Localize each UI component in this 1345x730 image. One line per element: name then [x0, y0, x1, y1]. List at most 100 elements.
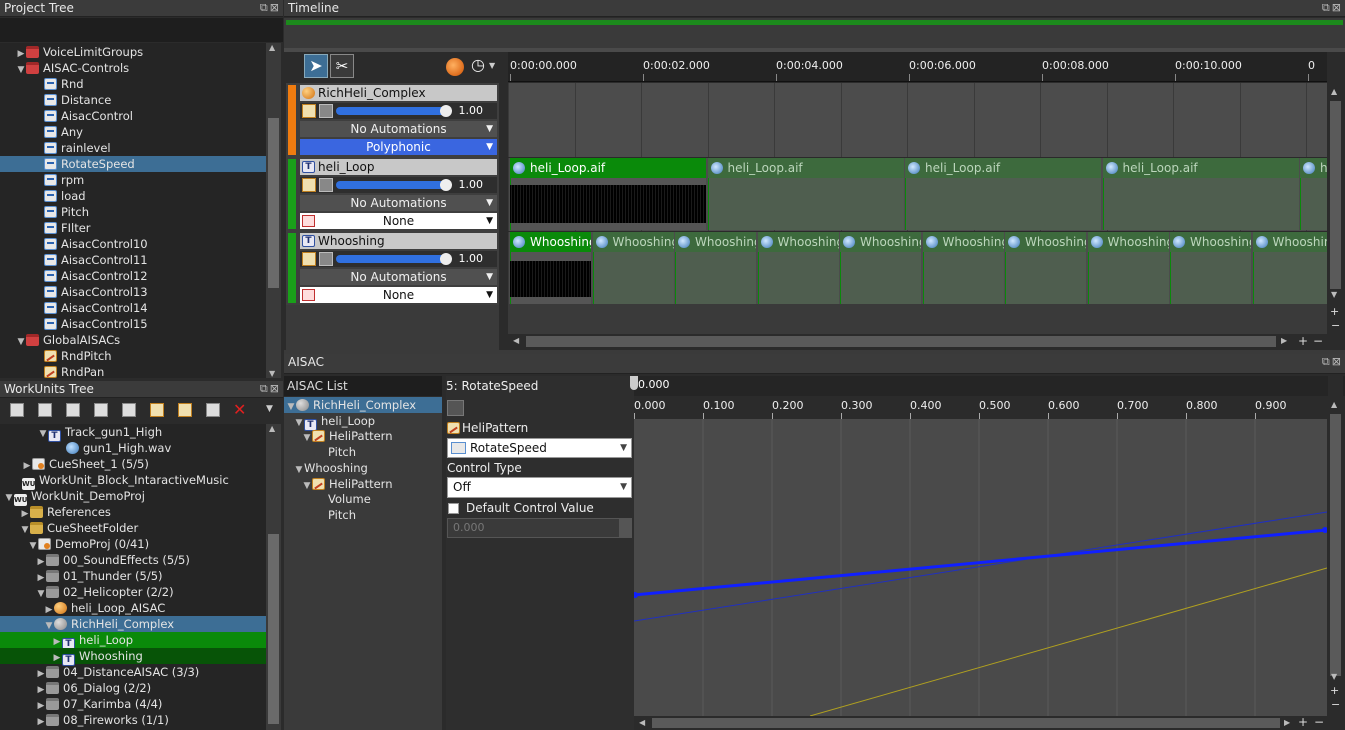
volume-slider-knob[interactable] — [440, 105, 452, 117]
clip-header[interactable]: h — [1300, 158, 1327, 178]
cursor-handle-icon[interactable] — [630, 376, 638, 390]
tree-item[interactable]: Rnd — [0, 76, 266, 92]
zoom-in-h-icon[interactable]: + — [1298, 334, 1308, 348]
clip-header[interactable]: Whooshing — [922, 232, 1004, 252]
clip-header[interactable]: Whooshing — [592, 232, 674, 252]
tree-item[interactable]: AisacControl13 — [0, 284, 266, 300]
select-tool-button[interactable]: ➤ — [304, 54, 328, 78]
spinner-icon[interactable] — [619, 519, 631, 537]
scroll-thumb[interactable] — [268, 118, 279, 288]
automation-dropdown[interactable]: No Automations ▼ — [300, 195, 497, 211]
scroll-right-icon[interactable]: ▶ — [1284, 718, 1290, 727]
tree-item[interactable]: FIlter — [0, 220, 266, 236]
tree-item[interactable]: Pitch — [0, 204, 266, 220]
aisac-curve-icon[interactable] — [302, 104, 316, 118]
play-mode-dropdown[interactable]: Polyphonic ▼ — [300, 139, 497, 155]
tree-item[interactable]: ▶ References — [0, 504, 266, 520]
tree-item[interactable]: ▼ Theli_Loop — [284, 413, 442, 431]
tree-item[interactable]: ▶ 06_Dialog (2/2) — [0, 680, 266, 696]
tree-item[interactable]: ▼ GlobalAISACs — [0, 332, 266, 348]
scroll-left-icon[interactable]: ◀ — [639, 718, 645, 727]
panel-window-icons[interactable]: ⧉⊠ — [1322, 355, 1343, 369]
tree-item[interactable]: rainlevel — [0, 140, 266, 156]
clip-header[interactable]: heli_Loop.aif — [1102, 158, 1299, 178]
mixer-icon[interactable] — [319, 252, 333, 266]
tree-item[interactable]: Pitch — [284, 507, 442, 523]
add-aisac-icon[interactable] — [150, 403, 164, 417]
zoom-in-v-icon[interactable]: + — [1330, 684, 1339, 697]
record-button[interactable] — [446, 58, 464, 76]
clip-header[interactable]: heli_Loop.aif — [905, 158, 1101, 178]
event-dropdown[interactable]: None ▼ — [300, 287, 497, 303]
overview-range-bar[interactable] — [286, 20, 1343, 25]
control-type-select[interactable]: Off ▼ — [447, 477, 632, 498]
zoom-out-h-icon[interactable]: − — [1314, 715, 1324, 729]
control-select[interactable]: RotateSpeed ▼ — [447, 438, 632, 458]
tree-item[interactable]: RndPitch — [0, 348, 266, 364]
zoom-in-v-icon[interactable]: + — [1330, 305, 1339, 318]
scroll-thumb[interactable] — [1330, 101, 1341, 289]
graph-list-icon[interactable] — [447, 400, 464, 416]
tree-item[interactable]: load — [0, 188, 266, 204]
tree-item[interactable]: ▼ DemoProj (0/41) — [0, 536, 266, 552]
tree-item[interactable]: ▼ AISAC-Controls — [0, 60, 266, 76]
aisac-curve-icon[interactable] — [302, 252, 316, 266]
tree-item[interactable]: AisacControl12 — [0, 268, 266, 284]
track-name[interactable]: RichHeli_Complex — [300, 85, 497, 101]
clip-header[interactable]: Whooshing — [1005, 232, 1086, 252]
tree-item[interactable]: ▶ 04_DistanceAISAC (3/3) — [0, 664, 266, 680]
volume-slider-knob[interactable] — [440, 179, 452, 191]
aisac-graph-vscroll[interactable]: ▲ ▼ + − — [1328, 376, 1343, 716]
track-header-whooshing[interactable]: T Whooshing 1.00 No Automations ▼ None ▼ — [286, 231, 499, 305]
tree-item[interactable]: AisacControl14 — [0, 300, 266, 316]
clip-header[interactable]: Whooshing — [675, 232, 756, 252]
clip-header[interactable]: Whooshing — [757, 232, 839, 252]
tree-item[interactable]: rpm — [0, 172, 266, 188]
scroll-up-icon[interactable]: ▲ — [269, 424, 275, 433]
track-name[interactable]: T Whooshing — [300, 233, 497, 249]
aisac-graph-ruler[interactable]: 0.000 0.100 0.200 0.300 0.400 0.500 0.600 0.700… — [634, 396, 1327, 419]
tree-item[interactable]: AisacControl11 — [0, 252, 266, 268]
tree-item[interactable]: ▼ HeliPattern — [284, 428, 442, 444]
automation-dropdown[interactable]: No Automations ▼ — [300, 269, 497, 285]
zoom-in-h-icon[interactable]: + — [1298, 715, 1308, 729]
add-block-icon[interactable] — [206, 403, 220, 417]
clock-icon[interactable]: ◷ — [471, 55, 485, 74]
volume-slider[interactable] — [336, 181, 448, 189]
automation-dropdown[interactable]: No Automations ▼ — [300, 121, 497, 137]
tree-item[interactable]: Distance — [0, 92, 266, 108]
aisac-curve-icon[interactable] — [302, 178, 316, 192]
tree-item[interactable]: Volume — [284, 491, 442, 507]
volume-slider[interactable] — [336, 255, 448, 263]
tree-item[interactable]: ▶ heli_Loop_AISAC — [0, 600, 266, 616]
hscroll-thumb[interactable] — [526, 336, 1276, 347]
panel-window-icons[interactable]: ⧉⊠ — [260, 1, 281, 15]
mixer-icon[interactable] — [319, 104, 333, 118]
tree-item[interactable]: ▶ 08_Fireworks (1/1) — [0, 712, 266, 728]
tree-item[interactable]: RotateSpeed — [0, 156, 266, 172]
tree-item[interactable]: Any — [0, 124, 266, 140]
add-track-icon[interactable] — [94, 403, 108, 417]
tree-item[interactable]: ▶ Theli_Loop — [0, 632, 266, 650]
panel-window-icons[interactable]: ⧉⊠ — [1322, 1, 1343, 15]
aisac-list[interactable]: ▼ RichHeli_Complex ▼ Theli_Loop ▼ HeliPattern… — [284, 397, 442, 730]
tree-item[interactable]: ▼ T Track_gun1_High — [0, 424, 266, 442]
panel-window-icons[interactable]: ⧉⊠ — [260, 382, 281, 396]
pattern-row[interactable]: HeliPattern — [447, 421, 528, 435]
default-value-input[interactable]: 0.000 — [447, 518, 632, 538]
timeline-vscroll[interactable]: ▲ ▼ + − — [1328, 83, 1343, 333]
tree-item[interactable]: ▼ HeliPattern — [284, 476, 442, 492]
tree-item[interactable]: ▶ VoiceLimitGroups — [0, 44, 266, 60]
scroll-thumb[interactable] — [1330, 414, 1341, 676]
track-header-heli-loop[interactable]: Theli_Loop 1.00 No Automations ▼ None ▼ — [286, 157, 499, 231]
aisac-graph-hscroll[interactable]: ◀ ▶ + − — [634, 715, 1345, 730]
tree-item[interactable]: WU WorkUnit_Block_IntaractiveMusic — [0, 472, 266, 490]
scroll-down-icon[interactable]: ▼ — [1331, 290, 1337, 299]
volume-slider-knob[interactable] — [440, 253, 452, 265]
clock-dropdown-icon[interactable]: ▼ — [489, 61, 495, 70]
clip-header[interactable]: Whooshin — [1252, 232, 1327, 252]
toolbar-dropdown-icon[interactable]: ▼ — [266, 404, 273, 414]
cut-tool-button[interactable]: ✂ — [330, 54, 354, 78]
tree-item[interactable]: ▶ T Whooshing — [0, 648, 266, 666]
tree-item[interactable]: ▼ 02_Helicopter (2/2) — [0, 584, 266, 600]
